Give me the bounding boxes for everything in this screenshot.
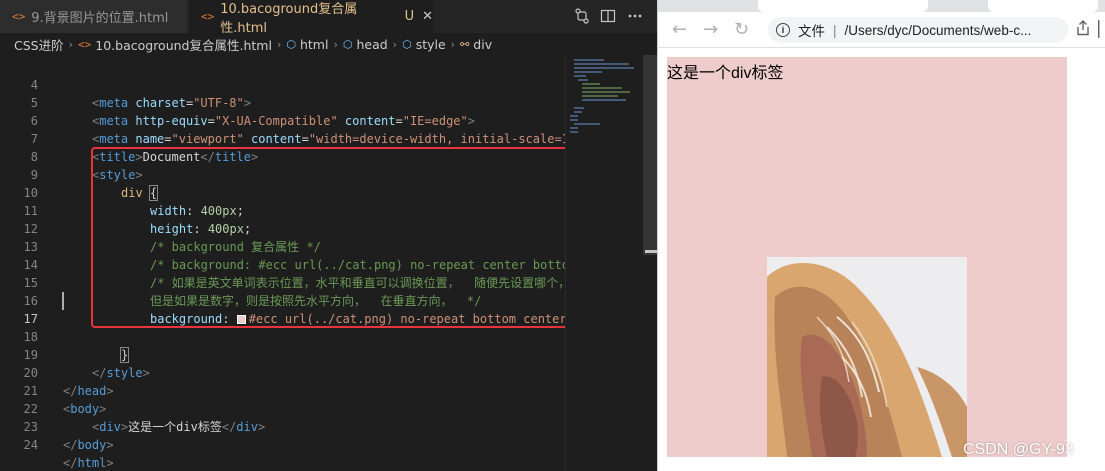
address-scheme-label: 文件 (798, 24, 825, 39)
tab-label: 10.bacoground复合属性.html (220, 1, 358, 36)
breadcrumb-style[interactable]: style (416, 37, 446, 52)
code-line: 23 </body> (0, 400, 565, 452)
element-icon: ⬡ (342, 37, 353, 51)
breadcrumb-folder[interactable]: CSS进阶 (14, 35, 64, 54)
share-icon[interactable] (1076, 20, 1090, 40)
div-text: 这是一个div标签 (667, 65, 784, 82)
breadcrumb-html[interactable]: html (300, 37, 328, 52)
breadcrumb: CSS进阶 › <> 10.bacoground复合属性.html › ⬡ ht… (0, 33, 657, 55)
demo-div: 这是一个div标签 (667, 57, 1067, 457)
chevron-right-icon: › (450, 37, 456, 51)
reload-icon[interactable]: ↻ (734, 19, 749, 40)
element-icon: ⬡ (286, 37, 296, 51)
back-arrow-icon[interactable]: ← (672, 19, 687, 40)
code-line: 8 <style> (0, 130, 565, 182)
chevron-right-icon: › (392, 37, 398, 51)
breadcrumb-div[interactable]: div (473, 37, 492, 52)
chevron-right-icon: › (276, 37, 282, 51)
code-line: 5 <meta http-equiv="X-UA-Compatible" con… (0, 76, 565, 128)
code-line: 19 </style> (0, 328, 565, 380)
code-line: 22 <div>这是一个div标签</div> (0, 382, 565, 434)
code-text: </html> (63, 456, 114, 470)
code-line: 20 </head> (0, 346, 565, 398)
line-number: 24 (23, 438, 38, 452)
html-file-icon: <> (12, 10, 26, 23)
tab-background-position[interactable]: <> 9.背景图片的位置.html (0, 0, 188, 33)
browser-tab[interactable] (988, 0, 1098, 12)
more-actions-icon[interactable] (627, 8, 643, 28)
browser-toolbar: ← → ↻ i 文件 | /Users/dyc/Documents/web-c.… (658, 12, 1105, 48)
untracked-badge: U (404, 9, 415, 24)
info-icon[interactable]: i (776, 23, 790, 37)
breadcrumb-head[interactable]: head (356, 37, 387, 52)
browser-tab[interactable] (758, 0, 928, 12)
csdn-watermark: CSDN @GY-93 (963, 441, 1074, 458)
tab-background-shorthand[interactable]: <> 10.bacoground复合属性.html U ✕ (189, 0, 433, 36)
chevron-right-icon: › (333, 37, 338, 51)
element-icon: ⬡ (402, 37, 412, 51)
split-editor-icon[interactable] (600, 8, 616, 28)
address-divider: | (833, 22, 837, 38)
annotation-highlight-box (91, 147, 638, 328)
close-tab-icon[interactable]: ✕ (422, 9, 433, 24)
page-viewport: 这是一个div标签 CSDN @GY-93 (658, 49, 1105, 471)
chevron-right-icon: › (68, 37, 74, 51)
tab-label: 9.背景图片的位置.html (31, 11, 169, 26)
text-cursor (62, 292, 64, 310)
forward-arrow-icon[interactable]: → (703, 19, 718, 40)
cat-ear-image (767, 257, 967, 457)
code-text: </body> (63, 438, 114, 452)
scroll-position-marker (645, 250, 657, 253)
code-line: 4 <meta charset="UTF-8"> (0, 58, 565, 110)
scrollbar[interactable] (643, 55, 657, 255)
code-line: 21 <body> (0, 364, 565, 416)
selector-icon: ⚯ (460, 37, 470, 51)
address-url: /Users/dyc/Documents/web-c... (844, 22, 1032, 38)
html-file-icon: <> (78, 37, 92, 51)
compare-changes-icon[interactable] (574, 8, 590, 28)
editor-tab-bar: <> 9.背景图片的位置.html <> 10.bacoground复合属性.h… (0, 0, 657, 36)
sidebar-icon[interactable]: ▏ (1098, 20, 1105, 38)
browser-tab-strip (658, 0, 1105, 12)
code-line: 7 <title>Document</title> (0, 112, 565, 164)
code-editor[interactable]: <> 9.背景图片的位置.html <> 10.bacoground复合属性.h… (0, 0, 657, 471)
code-line: 6 <meta name="viewport" content="width=d… (0, 94, 565, 146)
code-line: 24 </html> (0, 418, 565, 470)
browser-window: ← → ↻ i 文件 | /Users/dyc/Documents/web-c.… (657, 0, 1105, 471)
breadcrumb-file[interactable]: 10.bacoground复合属性.html (95, 35, 272, 54)
address-bar[interactable]: i 文件 | /Users/dyc/Documents/web-c... (768, 17, 1068, 43)
html-file-icon: <> (201, 10, 215, 23)
